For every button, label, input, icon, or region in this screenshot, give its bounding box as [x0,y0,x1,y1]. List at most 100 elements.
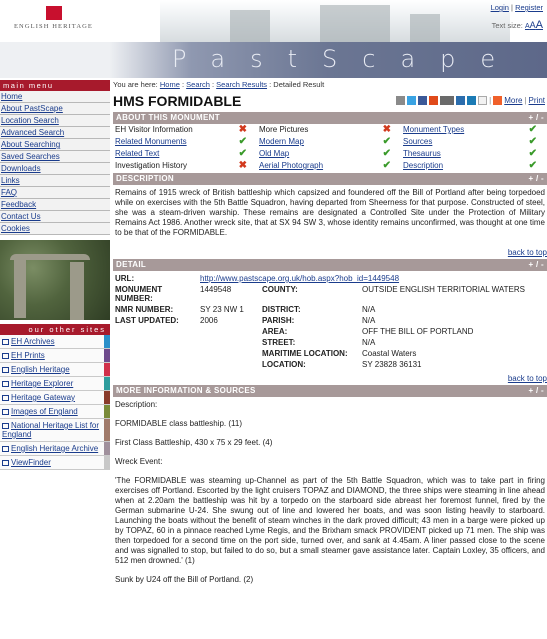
menu-item[interactable]: Links [0,175,110,187]
share-toolbar: | More | Print [396,94,545,106]
monument-url-link[interactable]: http://www.pastscape.org.uk/hob.aspx?hob… [200,274,399,283]
about-item-label[interactable]: Related Text [115,149,159,158]
reddit-icon[interactable] [478,95,488,105]
about-item-label[interactable]: Old Map [259,149,289,158]
description-toggle[interactable]: + / - [528,173,544,185]
menu-item[interactable]: Saved Searches [0,151,110,163]
breadcrumb-results-link[interactable]: Search Results [216,80,267,89]
other-site-item[interactable]: National Heritage List for England [0,419,110,442]
menu-item-label[interactable]: Feedback [1,200,36,209]
about-item[interactable]: Thesaurus ✔ [401,148,547,160]
menu-item-label[interactable]: FAQ [1,188,17,197]
back-to-top-link[interactable]: back to top [508,374,547,383]
detail-section: DETAIL + / - URL: http://www.pastscape.o… [113,259,547,383]
twitter-icon[interactable] [407,95,417,105]
site-color-tab [104,442,110,455]
about-item[interactable]: Description ✔ [401,160,547,172]
about-item-label[interactable]: Sources [403,137,432,146]
register-link[interactable]: Register [515,3,543,12]
add-more-icon[interactable] [493,95,503,105]
about-item[interactable]: Aerial Photograph ✔ [257,160,401,172]
other-site-label[interactable]: ViewFinder [11,458,51,467]
back-to-top-link[interactable]: back to top [508,248,547,257]
other-site-label[interactable]: Heritage Explorer [11,379,73,388]
print-link[interactable]: Print [529,96,545,105]
more-information-heading[interactable]: MORE INFORMATION & SOURCES + / - [113,385,547,397]
menu-item[interactable]: FAQ [0,187,110,199]
about-item-label[interactable]: Description [403,161,443,170]
detail-toggle[interactable]: + / - [528,259,544,271]
detail-heading[interactable]: DETAIL + / - [113,259,547,271]
other-site-item[interactable]: Images of England [0,405,110,419]
more-share-link[interactable]: More [504,96,522,105]
menu-item[interactable]: Feedback [0,199,110,211]
other-site-label[interactable]: Heritage Gateway [11,393,75,402]
about-item-label[interactable]: Monument Types [403,125,464,134]
about-toggle[interactable]: + / - [528,112,544,124]
menu-item-label[interactable]: About Searching [1,140,60,149]
other-site-label[interactable]: Images of England [11,407,78,416]
about-item[interactable]: Old Map ✔ [257,148,401,160]
about-item-label[interactable]: Modern Map [259,137,304,146]
menu-item[interactable]: Advanced Search [0,127,110,139]
digg-icon[interactable] [456,95,466,105]
text-size-large-button[interactable]: A [536,19,543,31]
menu-item[interactable]: About Searching [0,139,110,151]
more-information-section: MORE INFORMATION & SOURCES + / - Descrip… [113,385,547,585]
about-item[interactable]: Modern Map ✔ [257,136,401,148]
about-item[interactable]: Related Monuments ✔ [113,136,257,148]
menu-item-label[interactable]: Cookies [1,224,30,233]
menu-item[interactable]: About PastScape [0,103,110,115]
menu-item-label[interactable]: Saved Searches [1,152,60,161]
menu-item-label[interactable]: Contact Us [1,212,41,221]
other-site-item[interactable]: EH Archives [0,335,110,349]
more-information-toggle[interactable]: + / - [528,385,544,397]
other-site-item[interactable]: ViewFinder [0,456,110,470]
about-item[interactable]: Sources ✔ [401,136,547,148]
menu-item[interactable]: Cookies [0,223,110,235]
about-item-label[interactable]: Thesaurus [403,149,441,158]
menu-item-label[interactable]: Location Search [1,116,59,125]
menu-item[interactable]: Location Search [0,115,110,127]
site-color-tab [104,391,110,404]
other-site-label[interactable]: National Heritage List for England [2,421,99,439]
other-site-label[interactable]: EH Archives [11,337,55,346]
menu-item[interactable]: Contact Us [0,211,110,223]
menu-item-label[interactable]: Home [1,92,22,101]
menu-item-label[interactable]: Advanced Search [1,128,64,137]
menu-item[interactable]: Downloads [0,163,110,175]
menu-item-label[interactable]: Downloads [1,164,41,173]
about-heading[interactable]: ABOUT THIS MONUMENT + / - [113,112,547,124]
info-paragraph: Wreck Event: [115,457,163,466]
linkedin-icon[interactable] [467,95,477,105]
about-grid: EH Visitor Information ✖ More Pictures ✖ Mon… [113,124,547,172]
delicious-icon[interactable] [440,95,455,105]
breadcrumb: You are here: Home : Search : Search Res… [113,80,325,89]
about-item-label[interactable]: Aerial Photograph [259,161,323,170]
menu-item-label[interactable]: Links [1,176,20,185]
external-link-icon [2,408,9,415]
breadcrumb-search-link[interactable]: Search [186,80,210,89]
maritime-location-value: Coastal Waters [362,349,417,358]
menu-item-label[interactable]: About PastScape [1,104,63,113]
email-icon[interactable] [396,95,406,105]
about-item[interactable]: Related Text ✔ [113,148,257,160]
english-heritage-logo[interactable]: ENGLISH HERITAGE [6,4,101,42]
other-site-item[interactable]: English Heritage Archive [0,442,110,456]
description-heading[interactable]: DESCRIPTION + / - [113,173,547,185]
about-item-label[interactable]: Related Monuments [115,137,187,146]
login-link[interactable]: Login [491,3,509,12]
other-site-label[interactable]: EH Prints [11,351,45,360]
facebook-icon[interactable] [418,95,428,105]
menu-item[interactable]: Home [0,91,110,103]
other-site-label[interactable]: English Heritage Archive [11,444,98,453]
about-item[interactable]: Monument Types ✔ [401,124,547,136]
other-site-item[interactable]: Heritage Explorer [0,377,110,391]
other-site-item[interactable]: English Heritage [0,363,110,377]
other-site-label[interactable]: English Heritage [11,365,70,374]
logo-mark-icon [45,6,62,20]
other-site-item[interactable]: EH Prints [0,349,110,363]
breadcrumb-home-link[interactable]: Home [160,80,180,89]
stumbleupon-icon[interactable] [429,95,439,105]
other-site-item[interactable]: Heritage Gateway [0,391,110,405]
